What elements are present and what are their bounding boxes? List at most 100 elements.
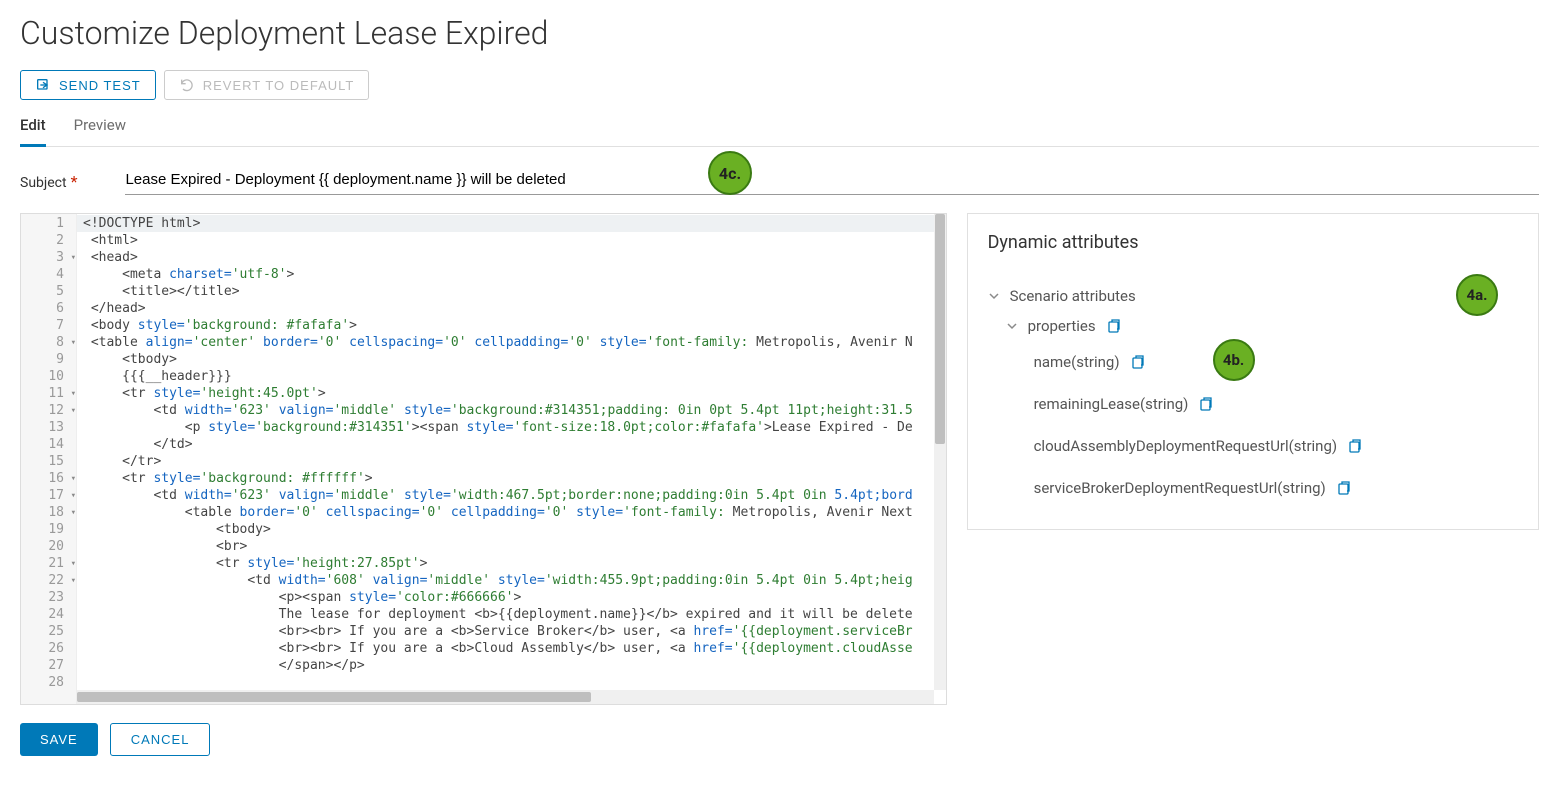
line-number: 22 bbox=[21, 572, 76, 589]
line-number: 17 bbox=[21, 487, 76, 504]
hscroll-thumb[interactable] bbox=[77, 692, 591, 702]
line-number: 18 bbox=[21, 504, 76, 521]
tab-bar: Edit Preview bbox=[20, 110, 1539, 147]
body-row: 1234567891011121314151617181920212223242… bbox=[20, 213, 1539, 705]
line-number: 13 bbox=[21, 419, 76, 436]
code-line[interactable]: </tr> bbox=[77, 453, 934, 470]
revert-label: REVERT TO DEFAULT bbox=[203, 78, 355, 93]
subject-label-wrap: Subject* bbox=[20, 172, 77, 191]
line-number: 4 bbox=[21, 266, 76, 283]
code-line[interactable]: <p style='background:#314351'><span styl… bbox=[77, 419, 934, 436]
line-number: 11 bbox=[21, 385, 76, 402]
code-line[interactable]: <body style='background: #fafafa'> bbox=[77, 317, 934, 334]
copy-icon[interactable] bbox=[1198, 396, 1214, 412]
attr-remaining-lease-label: remainingLease(string) bbox=[1034, 395, 1189, 413]
copy-icon[interactable] bbox=[1106, 318, 1122, 334]
dynamic-attributes-panel: Dynamic attributes Scenario attributes 4… bbox=[967, 213, 1539, 530]
editor-vscrollbar[interactable] bbox=[934, 214, 946, 690]
vscroll-thumb[interactable] bbox=[935, 214, 945, 444]
code-line[interactable]: </td> bbox=[77, 436, 934, 453]
chevron-down-icon bbox=[1006, 320, 1018, 332]
revert-icon bbox=[179, 77, 195, 93]
line-number: 16 bbox=[21, 470, 76, 487]
code-line[interactable]: <head> bbox=[77, 249, 934, 266]
subject-input[interactable] bbox=[125, 167, 1539, 195]
code-line[interactable]: <td width='623' valign='middle' style='w… bbox=[77, 487, 934, 504]
line-number: 12 bbox=[21, 402, 76, 419]
page-title: Customize Deployment Lease Expired bbox=[20, 14, 1539, 52]
line-number: 23 bbox=[21, 589, 76, 606]
callout-4b: 4b. bbox=[1213, 339, 1255, 381]
send-test-button[interactable]: SEND TEST bbox=[20, 70, 156, 100]
code-line[interactable]: {{{__header}}} bbox=[77, 368, 934, 385]
attr-name-label: name(string) bbox=[1034, 353, 1120, 371]
code-line[interactable]: <tr style='height:27.85pt'> bbox=[77, 555, 934, 572]
line-number: 28 bbox=[21, 674, 76, 691]
line-number: 15 bbox=[21, 453, 76, 470]
line-number: 9 bbox=[21, 351, 76, 368]
send-icon bbox=[35, 77, 51, 93]
footer: SAVE CANCEL bbox=[20, 723, 1539, 756]
code-line[interactable]: <td width='623' valign='middle' style='b… bbox=[77, 402, 934, 419]
code-line[interactable]: <meta charset='utf-8'> bbox=[77, 266, 934, 283]
line-number: 7 bbox=[21, 317, 76, 334]
line-number: 2 bbox=[21, 232, 76, 249]
attr-service-broker-url[interactable]: serviceBrokerDeploymentRequestUrl(string… bbox=[988, 467, 1518, 509]
line-number: 14 bbox=[21, 436, 76, 453]
required-asterisk: * bbox=[71, 172, 78, 191]
code-line[interactable]: <tr style='height:45.0pt'> bbox=[77, 385, 934, 402]
line-number: 1 bbox=[21, 215, 76, 232]
code-line[interactable]: <br> bbox=[77, 538, 934, 555]
code-line[interactable] bbox=[77, 674, 934, 690]
code-line[interactable]: </span></p> bbox=[77, 657, 934, 674]
code-line[interactable]: <table align='center' border='0' cellspa… bbox=[77, 334, 934, 351]
revert-button: REVERT TO DEFAULT bbox=[164, 70, 370, 100]
copy-icon[interactable] bbox=[1130, 354, 1146, 370]
line-number: 27 bbox=[21, 657, 76, 674]
code-line[interactable]: <td width='608' valign='middle' style='w… bbox=[77, 572, 934, 589]
editor-hscrollbar[interactable] bbox=[77, 690, 934, 704]
line-number: 10 bbox=[21, 368, 76, 385]
save-button[interactable]: SAVE bbox=[20, 723, 98, 756]
cancel-button[interactable]: CANCEL bbox=[110, 723, 211, 756]
code-line[interactable]: <tr style='background: #ffffff'> bbox=[77, 470, 934, 487]
subject-row: Subject* 4c. bbox=[20, 167, 1539, 195]
side-panel-title: Dynamic attributes bbox=[988, 232, 1518, 253]
action-toolbar: SEND TEST REVERT TO DEFAULT bbox=[20, 70, 1539, 100]
editor-code-area[interactable]: <!DOCTYPE html> <html> <head> <meta char… bbox=[77, 214, 934, 690]
line-number: 5 bbox=[21, 283, 76, 300]
subject-label: Subject bbox=[20, 175, 67, 191]
scenario-attributes-label: Scenario attributes bbox=[1010, 287, 1136, 305]
callout-4a: 4a. bbox=[1456, 274, 1498, 316]
line-number: 26 bbox=[21, 640, 76, 657]
attr-cloud-assembly-url[interactable]: cloudAssemblyDeploymentRequestUrl(string… bbox=[988, 425, 1518, 467]
code-line[interactable]: <!DOCTYPE html> bbox=[77, 215, 934, 232]
code-line[interactable]: <table border='0' cellspacing='0' cellpa… bbox=[77, 504, 934, 521]
code-editor[interactable]: 1234567891011121314151617181920212223242… bbox=[20, 213, 947, 705]
code-line[interactable]: <br><br> If you are a <b>Service Broker<… bbox=[77, 623, 934, 640]
attr-cloud-assembly-url-label: cloudAssemblyDeploymentRequestUrl(string… bbox=[1034, 437, 1338, 455]
line-number: 24 bbox=[21, 606, 76, 623]
code-line[interactable]: <html> bbox=[77, 232, 934, 249]
code-line[interactable]: <p><span style='color:#666666'> bbox=[77, 589, 934, 606]
line-number: 8 bbox=[21, 334, 76, 351]
code-line[interactable]: <title></title> bbox=[77, 283, 934, 300]
attr-remaining-lease[interactable]: remainingLease(string) bbox=[988, 383, 1518, 425]
tab-preview[interactable]: Preview bbox=[74, 110, 126, 146]
tab-edit[interactable]: Edit bbox=[20, 110, 46, 147]
properties-label: properties bbox=[1028, 317, 1096, 335]
properties-row[interactable]: properties bbox=[988, 311, 1518, 341]
copy-icon[interactable] bbox=[1336, 480, 1352, 496]
line-number: 19 bbox=[21, 521, 76, 538]
code-line[interactable]: The lease for deployment <b>{{deployment… bbox=[77, 606, 934, 623]
send-test-label: SEND TEST bbox=[59, 78, 141, 93]
line-number: 21 bbox=[21, 555, 76, 572]
code-line[interactable]: <tbody> bbox=[77, 351, 934, 368]
scenario-attributes-row[interactable]: Scenario attributes bbox=[988, 281, 1518, 311]
code-line[interactable]: <tbody> bbox=[77, 521, 934, 538]
editor-gutter: 1234567891011121314151617181920212223242… bbox=[21, 214, 77, 704]
code-line[interactable]: <br><br> If you are a <b>Cloud Assembly<… bbox=[77, 640, 934, 657]
code-line[interactable]: </head> bbox=[77, 300, 934, 317]
callout-4c: 4c. bbox=[708, 151, 752, 195]
copy-icon[interactable] bbox=[1347, 438, 1363, 454]
